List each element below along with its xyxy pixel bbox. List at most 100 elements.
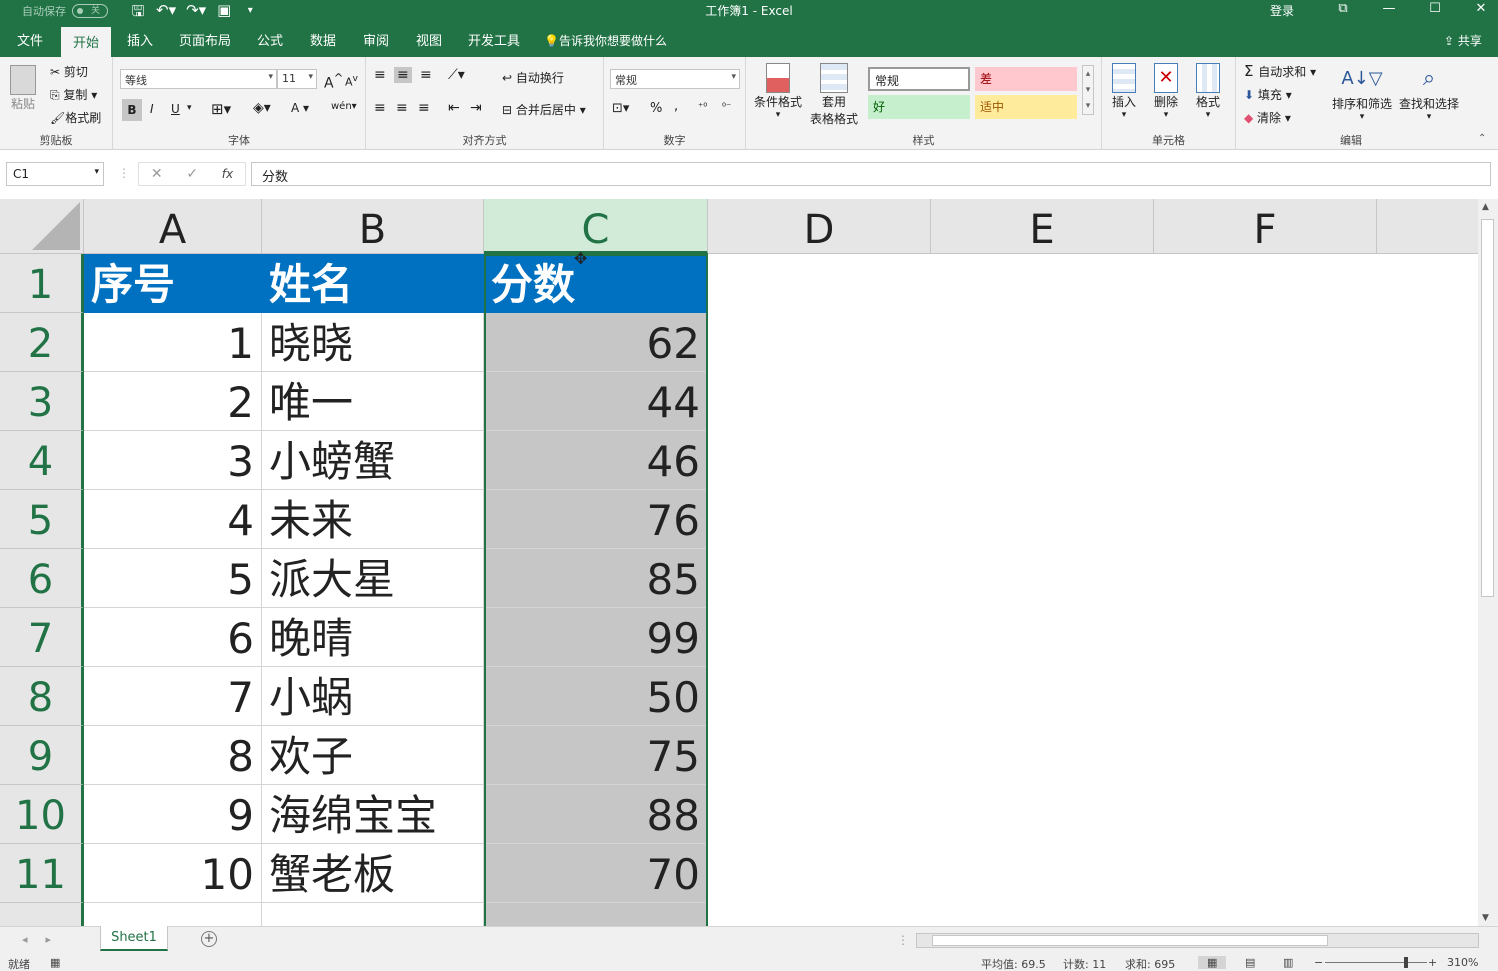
- grow-font-button[interactable]: A^: [324, 71, 343, 92]
- cell-c1[interactable]: 分数: [484, 254, 708, 313]
- cell-b9[interactable]: 欢子: [262, 726, 484, 785]
- cell-c6[interactable]: 85: [484, 549, 708, 608]
- format-cells-button[interactable]: 格式 ▾: [1196, 63, 1220, 120]
- horizontal-scrollbar[interactable]: [916, 933, 1479, 948]
- name-box[interactable]: C1: [6, 162, 104, 186]
- decrease-decimal-icon[interactable]: ⁰⁻: [722, 102, 731, 113]
- zoom-level[interactable]: 310%: [1447, 956, 1478, 969]
- style-neutral[interactable]: 适中: [975, 95, 1077, 119]
- comma-icon[interactable]: ,: [674, 99, 678, 114]
- cell-a8[interactable]: 7: [84, 667, 262, 726]
- ribbon-display-icon[interactable]: ⧉: [1320, 0, 1366, 18]
- cell-c2[interactable]: 62: [484, 313, 708, 372]
- font-color-button[interactable]: A ▾: [291, 101, 309, 115]
- align-middle-icon[interactable]: ≡: [394, 67, 412, 83]
- insert-cells-button[interactable]: 插入 ▾: [1112, 63, 1136, 120]
- select-all-corner[interactable]: [0, 199, 84, 254]
- page-layout-view-icon[interactable]: ▤: [1245, 956, 1255, 969]
- sheet-tab-sheet1[interactable]: Sheet1: [100, 926, 168, 951]
- cell-a5[interactable]: 4: [84, 490, 262, 549]
- cell-a9[interactable]: 8: [84, 726, 262, 785]
- column-header-e[interactable]: E: [931, 199, 1154, 254]
- zoom-slider-handle[interactable]: [1404, 957, 1408, 968]
- cell-b10[interactable]: 海绵宝宝: [262, 785, 484, 844]
- clear-button[interactable]: ◆ 清除 ▾: [1244, 109, 1291, 126]
- style-normal[interactable]: 常规: [868, 67, 970, 91]
- tab-split-grip-icon[interactable]: ⋮: [897, 933, 909, 947]
- bold-button[interactable]: B: [122, 99, 142, 121]
- border-icon[interactable]: ⊞▾: [211, 100, 231, 118]
- paste-button[interactable]: 粘贴: [10, 65, 36, 112]
- accounting-icon[interactable]: ⊡▾: [612, 101, 629, 116]
- formula-input[interactable]: 分数: [251, 162, 1491, 186]
- cancel-icon[interactable]: ✕: [151, 166, 163, 182]
- cell-a10[interactable]: 9: [84, 785, 262, 844]
- cell-b11[interactable]: 蟹老板: [262, 844, 484, 903]
- align-left-icon[interactable]: ≡: [374, 100, 386, 116]
- row-header-5[interactable]: 5: [0, 490, 84, 549]
- collapse-ribbon-icon[interactable]: ⌃: [1478, 133, 1486, 144]
- merge-center-button[interactable]: ⊟ 合并后居中 ▾: [502, 101, 586, 118]
- cut-button[interactable]: ✂ 剪切: [50, 63, 88, 80]
- row-header-6[interactable]: 6: [0, 549, 84, 608]
- row-header-3[interactable]: 3: [0, 372, 84, 431]
- column-header-b[interactable]: B: [262, 199, 484, 254]
- row-header-4[interactable]: 4: [0, 431, 84, 490]
- horizontal-scroll-thumb[interactable]: [932, 935, 1328, 946]
- row-header-10[interactable]: 10: [0, 785, 84, 844]
- enter-icon[interactable]: ✓: [186, 166, 198, 182]
- cell-c7[interactable]: 99: [484, 608, 708, 667]
- cell-b8[interactable]: 小蜗: [262, 667, 484, 726]
- cell-c4[interactable]: 46: [484, 431, 708, 490]
- find-select-button[interactable]: ⌕ 查找和选择 ▾: [1399, 63, 1459, 122]
- zoom-in-icon[interactable]: +: [1428, 956, 1437, 969]
- row-header-2[interactable]: 2: [0, 313, 84, 372]
- tab-developer[interactable]: 开发工具: [468, 30, 520, 49]
- cell-a12[interactable]: [84, 903, 262, 926]
- column-header-c[interactable]: C: [484, 199, 708, 254]
- underline-button[interactable]: U: [171, 102, 180, 116]
- normal-view-icon[interactable]: ▦: [1198, 956, 1227, 969]
- insert-function-icon[interactable]: fx: [222, 167, 233, 181]
- sheet-nav-icon[interactable]: ◂▸: [22, 933, 69, 946]
- cell-a1[interactable]: 序号: [84, 254, 262, 313]
- font-size-select[interactable]: 11: [277, 69, 317, 89]
- italic-button[interactable]: I: [150, 102, 154, 116]
- row-header-1[interactable]: 1: [0, 254, 84, 313]
- cell-c11[interactable]: 70: [484, 844, 708, 903]
- cell-c12[interactable]: [484, 903, 708, 926]
- increase-decimal-icon[interactable]: ⁺⁰: [698, 102, 707, 113]
- row-header-12[interactable]: [0, 903, 84, 926]
- percent-icon[interactable]: %: [650, 101, 662, 116]
- cell-c9[interactable]: 75: [484, 726, 708, 785]
- align-center-icon[interactable]: ≡: [396, 100, 408, 116]
- format-painter-button[interactable]: 🖌格式刷: [50, 109, 101, 126]
- tab-home[interactable]: 开始: [61, 27, 112, 57]
- cell-b3[interactable]: 唯一: [262, 372, 484, 431]
- style-bad[interactable]: 差: [975, 67, 1077, 91]
- cell-a7[interactable]: 6: [84, 608, 262, 667]
- decrease-indent-icon[interactable]: ⇤: [448, 100, 460, 116]
- sort-filter-button[interactable]: A↓▽ 排序和筛选 ▾: [1332, 63, 1392, 122]
- cell-c8[interactable]: 50: [484, 667, 708, 726]
- tell-me-search[interactable]: 💡告诉我你想要做什么: [544, 32, 667, 49]
- increase-indent-icon[interactable]: ⇥: [470, 100, 482, 116]
- orientation-icon[interactable]: ⟋▾: [448, 67, 465, 83]
- share-button[interactable]: ⇪ 共享: [1444, 32, 1482, 49]
- style-good[interactable]: 好: [868, 95, 970, 119]
- cell-a2[interactable]: 1: [84, 313, 262, 372]
- close-icon[interactable]: ✕: [1458, 0, 1498, 18]
- align-bottom-icon[interactable]: ≡: [420, 67, 432, 83]
- align-right-icon[interactable]: ≡: [418, 100, 430, 116]
- phonetic-button[interactable]: wén▾: [331, 101, 357, 112]
- row-header-7[interactable]: 7: [0, 608, 84, 667]
- vertical-scroll-thumb[interactable]: [1481, 219, 1494, 597]
- worksheet-grid[interactable]: A B C D E F 1 序号 姓名 分数 2 1 晓晓 62 3 2 唯一 44 4 3 小螃蟹…: [0, 199, 1478, 926]
- maximize-icon[interactable]: ☐: [1412, 0, 1458, 18]
- add-sheet-button[interactable]: +: [201, 931, 217, 947]
- scroll-down-icon[interactable]: ▼: [1482, 913, 1489, 923]
- column-header-f[interactable]: F: [1154, 199, 1377, 254]
- row-header-11[interactable]: 11: [0, 844, 84, 903]
- cell-a6[interactable]: 5: [84, 549, 262, 608]
- column-header-d[interactable]: D: [708, 199, 931, 254]
